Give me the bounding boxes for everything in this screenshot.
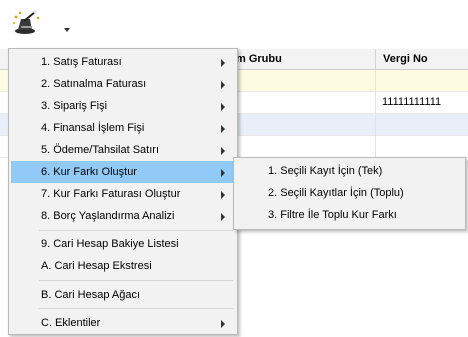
toolbar bbox=[0, 0, 468, 46]
menu-item-debt-aging[interactable]: 8. Borç Yaşlandırma Analizi bbox=[11, 205, 235, 227]
tax-no-cell[interactable] bbox=[378, 136, 468, 157]
menu-item-exchange-difference[interactable]: 6. Kur Farkı Oluştur bbox=[11, 161, 235, 183]
menu-item-order-slip[interactable]: 3. Sipariş Fişi bbox=[11, 95, 235, 117]
menu-item-sales-invoice[interactable]: 1. Satış Faturası bbox=[11, 51, 235, 73]
column-divider bbox=[375, 70, 376, 158]
menu-item-label: 8. Borç Yaşlandırma Analizi bbox=[41, 210, 175, 222]
tax-no-cell[interactable]: 11111111111 bbox=[378, 92, 468, 113]
menu-item-label: 2. Satınalma Faturası bbox=[41, 78, 147, 90]
menu-item-plugins[interactable]: C. Eklentiler bbox=[11, 312, 235, 334]
menu-item-financial-transaction[interactable]: 4. Finansal İşlem Fişi bbox=[11, 117, 235, 139]
column-header-group[interactable]: m Grubu bbox=[230, 49, 370, 69]
submenu-item-bulk[interactable]: 2. Seçili Kayıtlar İçin (Toplu) bbox=[236, 182, 462, 204]
submenu-item-label: 2. Seçili Kayıtlar İçin (Toplu) bbox=[268, 187, 404, 199]
menu-item-label: 3. Sipariş Fişi bbox=[41, 100, 108, 112]
menu-separator bbox=[39, 308, 233, 309]
chevron-right-icon bbox=[221, 125, 225, 133]
chevron-right-icon bbox=[221, 81, 225, 89]
chevron-down-icon bbox=[64, 28, 70, 32]
chevron-right-icon bbox=[221, 320, 225, 328]
tax-no-cell[interactable] bbox=[378, 70, 468, 91]
menu-item-label: 9. Cari Hesap Bakiye Listesi bbox=[41, 238, 179, 250]
context-menu: 1. Satış Faturası 2. Satınalma Faturası … bbox=[8, 48, 238, 335]
chevron-right-icon bbox=[221, 59, 225, 67]
chevron-right-icon bbox=[221, 191, 225, 199]
menu-item-account-statement[interactable]: A. Cari Hesap Ekstresi bbox=[11, 255, 235, 277]
menu-item-label: B. Cari Hesap Ağacı bbox=[41, 289, 141, 301]
submenu-item-filter-bulk[interactable]: 3. Filtre İle Toplu Kur Farkı bbox=[236, 204, 462, 226]
menu-item-label: C. Eklentiler bbox=[41, 317, 101, 329]
menu-item-balance-list[interactable]: 9. Cari Hesap Bakiye Listesi bbox=[11, 233, 235, 255]
menu-separator bbox=[39, 280, 233, 281]
chevron-right-icon bbox=[221, 213, 225, 221]
menu-item-label: 1. Satış Faturası bbox=[41, 56, 122, 68]
submenu-item-label: 1. Seçili Kayıt İçin (Tek) bbox=[268, 165, 383, 177]
menu-separator bbox=[39, 230, 233, 231]
menu-item-label: 5. Ödeme/Tahsilat Satırı bbox=[41, 144, 159, 156]
chevron-right-icon bbox=[221, 147, 225, 155]
menu-item-label: 6. Kur Farkı Oluştur bbox=[41, 166, 137, 178]
tax-no-cell[interactable] bbox=[378, 114, 468, 135]
menu-item-exchange-invoice[interactable]: 7. Kur Farkı Faturası Oluştur bbox=[11, 183, 235, 205]
menu-item-label: 4. Finansal İşlem Fişi bbox=[41, 122, 145, 134]
submenu-item-label: 3. Filtre İle Toplu Kur Farkı bbox=[268, 209, 397, 221]
menu-item-label: A. Cari Hesap Ekstresi bbox=[41, 260, 152, 272]
column-header-tax-no[interactable]: Vergi No bbox=[377, 49, 468, 69]
menu-item-account-tree[interactable]: B. Cari Hesap Ağacı bbox=[11, 284, 235, 306]
menu-item-label: 7. Kur Farkı Faturası Oluştur bbox=[41, 188, 181, 200]
column-separator[interactable] bbox=[375, 49, 376, 69]
chevron-right-icon bbox=[221, 103, 225, 111]
submenu-item-single[interactable]: 1. Seçili Kayıt İçin (Tek) bbox=[236, 160, 462, 182]
chevron-right-icon bbox=[221, 169, 225, 177]
menu-item-payment-row[interactable]: 5. Ödeme/Tahsilat Satırı bbox=[11, 139, 235, 161]
magic-wand-hat-icon bbox=[13, 10, 40, 34]
menu-item-purchase-invoice[interactable]: 2. Satınalma Faturası bbox=[11, 73, 235, 95]
exchange-difference-submenu: 1. Seçili Kayıt İçin (Tek) 2. Seçili Kay… bbox=[233, 157, 466, 230]
wizard-menu-button[interactable] bbox=[10, 9, 70, 37]
